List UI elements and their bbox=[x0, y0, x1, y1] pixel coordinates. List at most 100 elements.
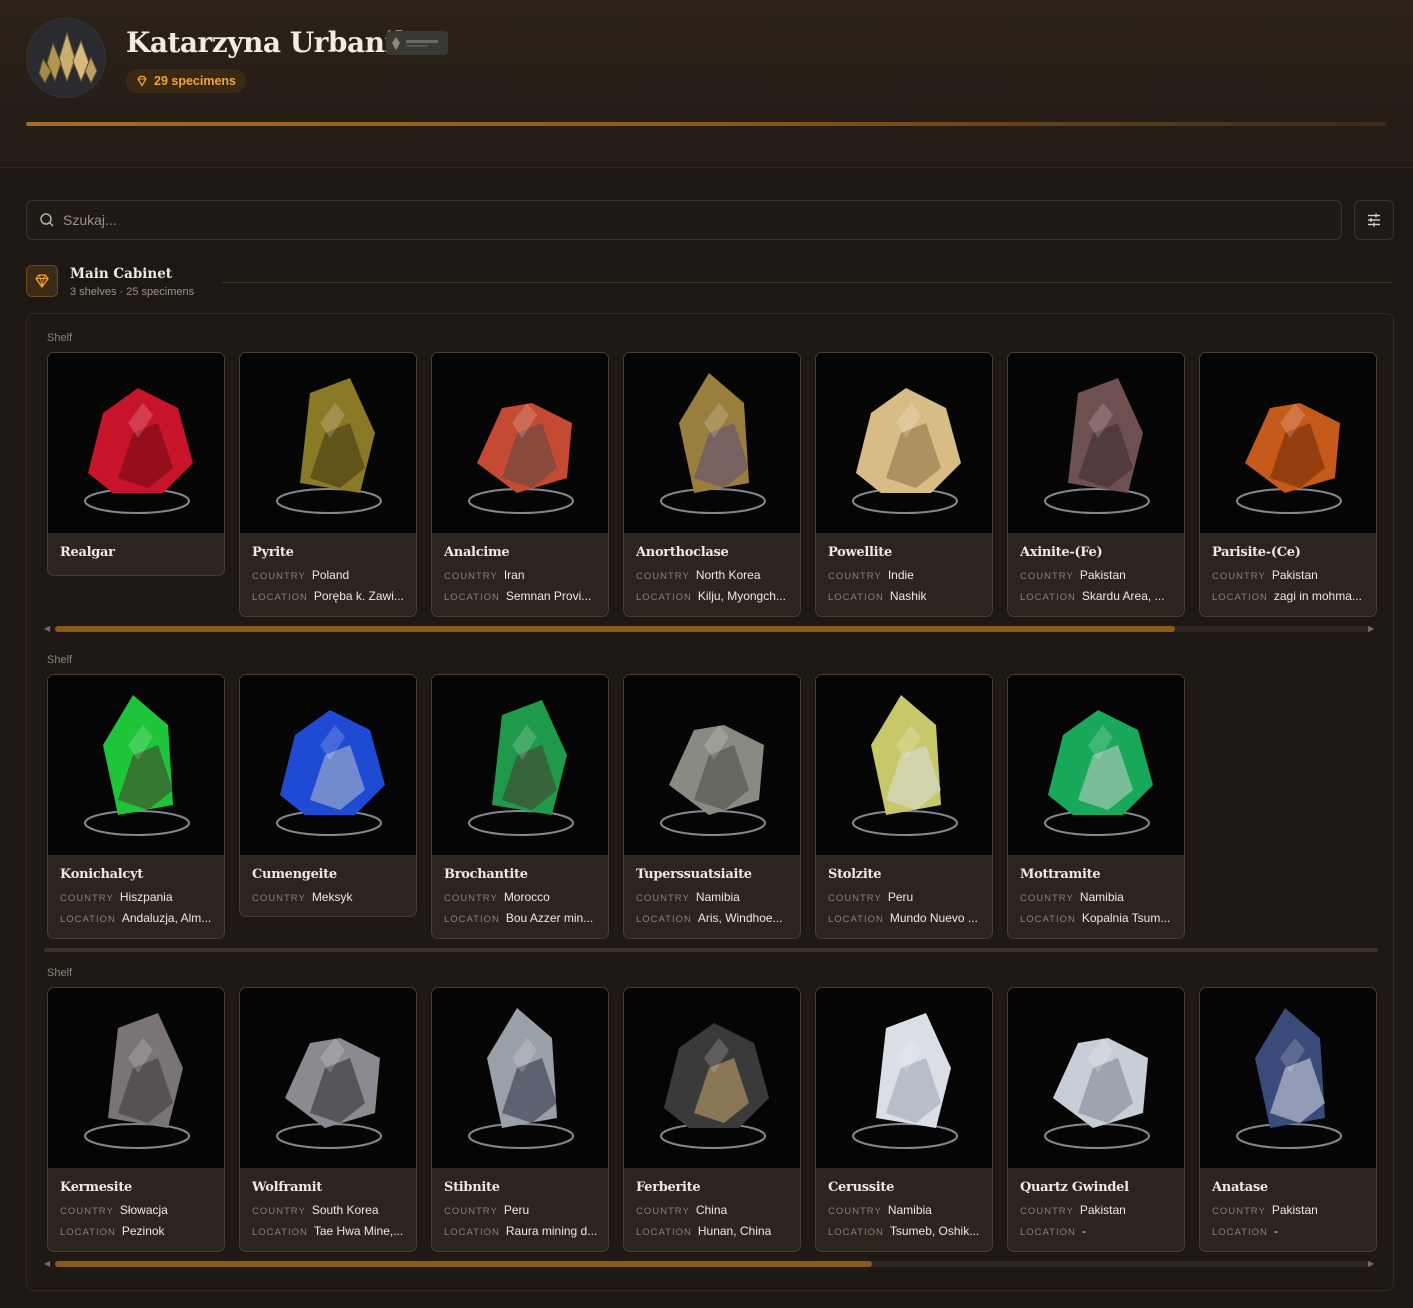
country-row: COUNTRY Pakistan bbox=[1020, 568, 1180, 582]
specimen-photo bbox=[816, 353, 992, 533]
specimen-photo bbox=[240, 675, 416, 855]
location-key: LOCATION bbox=[1212, 592, 1268, 603]
location-value: Skardu Area, ... bbox=[1081, 589, 1165, 603]
location-key: LOCATION bbox=[60, 914, 116, 925]
country-row: COUNTRY South Korea bbox=[252, 1203, 412, 1217]
specimen-card[interactable]: Konichalcyt COUNTRY Hiszpania LOCATION Andal… bbox=[47, 674, 225, 939]
specimen-photo bbox=[48, 353, 224, 533]
shelf-scrollbar[interactable] bbox=[55, 1261, 1373, 1267]
scroll-left-icon[interactable]: ◀ bbox=[44, 1259, 50, 1268]
specimen-photo bbox=[432, 675, 608, 855]
specimen-photo bbox=[48, 988, 224, 1168]
crystal-cluster-icon bbox=[27, 19, 105, 97]
filter-button[interactable] bbox=[1354, 200, 1394, 240]
scroll-left-icon[interactable]: ◀ bbox=[44, 624, 50, 633]
scroll-right-icon[interactable]: ▶ bbox=[1368, 624, 1374, 633]
search-box[interactable] bbox=[26, 200, 1342, 240]
specimen-card[interactable]: Parisite-(Ce) COUNTRY Pakistan LOCATION zagi… bbox=[1199, 352, 1377, 617]
specimen-photo bbox=[432, 988, 608, 1168]
specimen-card[interactable]: Brochantite COUNTRY Morocco LOCATION Bou Azz… bbox=[431, 674, 609, 939]
specimen-photo bbox=[240, 353, 416, 533]
owner-name: Katarzyna Urbanik bbox=[126, 26, 414, 59]
country-key: COUNTRY bbox=[1212, 571, 1266, 582]
country-key: COUNTRY bbox=[252, 571, 306, 582]
country-key: COUNTRY bbox=[1212, 1206, 1266, 1217]
location-value: Tae Hwa Mine,... bbox=[313, 1224, 404, 1238]
location-row: LOCATION Kopalnia Tsum... bbox=[1020, 911, 1180, 925]
specimen-card[interactable]: Cumengeite COUNTRY Meksyk bbox=[239, 674, 417, 917]
header-divider bbox=[26, 122, 1387, 126]
location-row: LOCATION Andaluzja, Alm... bbox=[60, 911, 220, 925]
location-key: LOCATION bbox=[828, 1227, 884, 1238]
specimen-count-label: 29 specimens bbox=[154, 74, 236, 88]
specimen-card[interactable]: Powellite COUNTRY Indie LOCATION Nashik bbox=[815, 352, 993, 617]
specimen-name: Stibnite bbox=[444, 1180, 500, 1195]
location-value: Nashik bbox=[889, 589, 927, 603]
location-value: Mundo Nuevo ... bbox=[889, 911, 978, 925]
country-value: Peru bbox=[503, 1203, 530, 1217]
country-row: COUNTRY Peru bbox=[444, 1203, 604, 1217]
specimen-card[interactable]: Kermesite COUNTRY Słowacja LOCATION Pezinok bbox=[47, 987, 225, 1252]
location-value: Kopalnia Tsum... bbox=[1081, 911, 1171, 925]
specimen-name: Konichalcyt bbox=[60, 867, 143, 882]
country-row: COUNTRY Peru bbox=[828, 890, 988, 904]
specimen-name: Anorthoclase bbox=[636, 545, 729, 560]
country-row: COUNTRY Pakistan bbox=[1212, 1203, 1372, 1217]
search-input[interactable] bbox=[63, 212, 1263, 228]
specimen-photo bbox=[1200, 353, 1376, 533]
specimen-photo-frame bbox=[432, 675, 608, 855]
location-row: LOCATION Bou Azzer min... bbox=[444, 911, 604, 925]
specimen-card[interactable]: Quartz Gwindel COUNTRY Pakistan LOCATION - bbox=[1007, 987, 1185, 1252]
location-row: LOCATION Mundo Nuevo ... bbox=[828, 911, 988, 925]
specimen-card[interactable]: Axinite-(Fe) COUNTRY Pakistan LOCATION Skard… bbox=[1007, 352, 1185, 617]
scrollbar-thumb[interactable] bbox=[55, 626, 1175, 632]
country-row: COUNTRY China bbox=[636, 1203, 796, 1217]
location-row: LOCATION - bbox=[1020, 1224, 1180, 1238]
country-key: COUNTRY bbox=[636, 1206, 690, 1217]
cabinet-title[interactable]: Main Cabinet bbox=[70, 266, 172, 282]
specimen-card[interactable]: Stibnite COUNTRY Peru LOCATION Raura mining … bbox=[431, 987, 609, 1252]
shelf-divider bbox=[44, 948, 1378, 952]
country-key: COUNTRY bbox=[828, 571, 882, 582]
specimen-card[interactable]: Realgar bbox=[47, 352, 225, 576]
brand-logo bbox=[386, 31, 448, 55]
shelf-label: Shelf bbox=[47, 332, 73, 344]
specimen-photo-frame bbox=[48, 353, 224, 533]
country-value: Hiszpania bbox=[119, 890, 173, 904]
shelf-scrollbar[interactable] bbox=[55, 626, 1373, 632]
specimen-card[interactable]: Mottramite COUNTRY Namibia LOCATION Kopalnia… bbox=[1007, 674, 1185, 939]
country-row: COUNTRY Pakistan bbox=[1020, 1203, 1180, 1217]
specimen-photo-frame bbox=[432, 988, 608, 1168]
specimen-name: Wolframit bbox=[252, 1180, 323, 1195]
country-key: COUNTRY bbox=[1020, 893, 1074, 904]
gem-icon bbox=[35, 274, 49, 289]
specimen-card[interactable]: Analcime COUNTRY Iran LOCATION Semnan Provi.… bbox=[431, 352, 609, 617]
cabinet-icon bbox=[26, 265, 58, 297]
specimen-photo bbox=[1200, 988, 1376, 1168]
specimen-card[interactable]: Cerussite COUNTRY Namibia LOCATION Tsumeb, O… bbox=[815, 987, 993, 1252]
country-value: Poland bbox=[311, 568, 350, 582]
country-row: COUNTRY Morocco bbox=[444, 890, 604, 904]
specimen-name: Stolzite bbox=[828, 867, 882, 882]
country-value: Słowacja bbox=[119, 1203, 168, 1217]
location-key: LOCATION bbox=[252, 592, 308, 603]
country-value: Peru bbox=[887, 890, 914, 904]
specimen-card[interactable]: Ferberite COUNTRY China LOCATION Hunan, Chin… bbox=[623, 987, 801, 1252]
specimen-card[interactable]: Tuperssuatsiaite COUNTRY Namibia LOCATION Ar… bbox=[623, 674, 801, 939]
location-row: LOCATION Poręba k. Zawi... bbox=[252, 589, 412, 603]
avatar bbox=[26, 18, 106, 98]
search-icon bbox=[40, 213, 54, 227]
specimen-card[interactable]: Anorthoclase COUNTRY North Korea LOCATION Ki… bbox=[623, 352, 801, 617]
specimen-photo-frame bbox=[816, 353, 992, 533]
specimen-card[interactable]: Stolzite COUNTRY Peru LOCATION Mundo Nuevo .… bbox=[815, 674, 993, 939]
specimen-photo-frame bbox=[1008, 988, 1184, 1168]
location-key: LOCATION bbox=[828, 592, 884, 603]
specimen-card[interactable]: Wolframit COUNTRY South Korea LOCATION Tae H… bbox=[239, 987, 417, 1252]
specimen-card[interactable]: Pyrite COUNTRY Poland LOCATION Poręba k. Zaw… bbox=[239, 352, 417, 617]
location-key: LOCATION bbox=[1020, 592, 1076, 603]
country-row: COUNTRY North Korea bbox=[636, 568, 796, 582]
scrollbar-thumb[interactable] bbox=[55, 1261, 872, 1267]
country-value: Pakistan bbox=[1271, 568, 1318, 582]
scroll-right-icon[interactable]: ▶ bbox=[1368, 1259, 1374, 1268]
specimen-card[interactable]: Anatase COUNTRY Pakistan LOCATION - bbox=[1199, 987, 1377, 1252]
